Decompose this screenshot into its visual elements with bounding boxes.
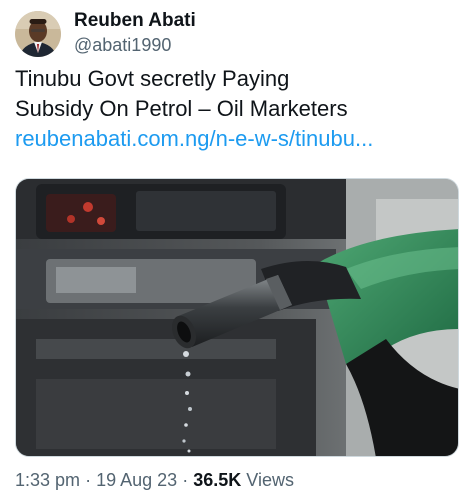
tweet-text-line: Subsidy On Petrol – Oil Marketers [15, 96, 348, 121]
fuel-nozzle-photo [16, 179, 458, 456]
tweet-media-image[interactable] [15, 178, 459, 457]
tweet-time[interactable]: 1:33 pm [15, 470, 80, 490]
tweet-header: Reuben Abati @abati1990 [15, 10, 196, 57]
views-count: 36.5K [193, 470, 242, 490]
article-link[interactable]: reubenabati.com.ng/n-e-w-s/tinubu... [15, 124, 460, 154]
tweet-text: Tinubu Govt secretly Paying Subsidy On P… [15, 64, 460, 154]
views-label: Views [246, 470, 294, 490]
author-handle[interactable]: @abati1990 [74, 33, 196, 57]
author-names: Reuben Abati @abati1990 [74, 10, 196, 57]
avatar[interactable] [15, 10, 61, 57]
meta-separator: · [182, 470, 189, 490]
meta-separator: · [85, 470, 92, 490]
author-display-name[interactable]: Reuben Abati [74, 10, 196, 32]
tweet-text-line: Tinubu Govt secretly Paying [15, 66, 290, 91]
tweet-meta: 1:33 pm · 19 Aug 23 · 36.5K Views [15, 470, 294, 491]
tweet-card[interactable]: Reuben Abati @abati1990 Tinubu Govt secr… [0, 0, 474, 498]
tweet-date[interactable]: 19 Aug 23 [96, 470, 177, 490]
